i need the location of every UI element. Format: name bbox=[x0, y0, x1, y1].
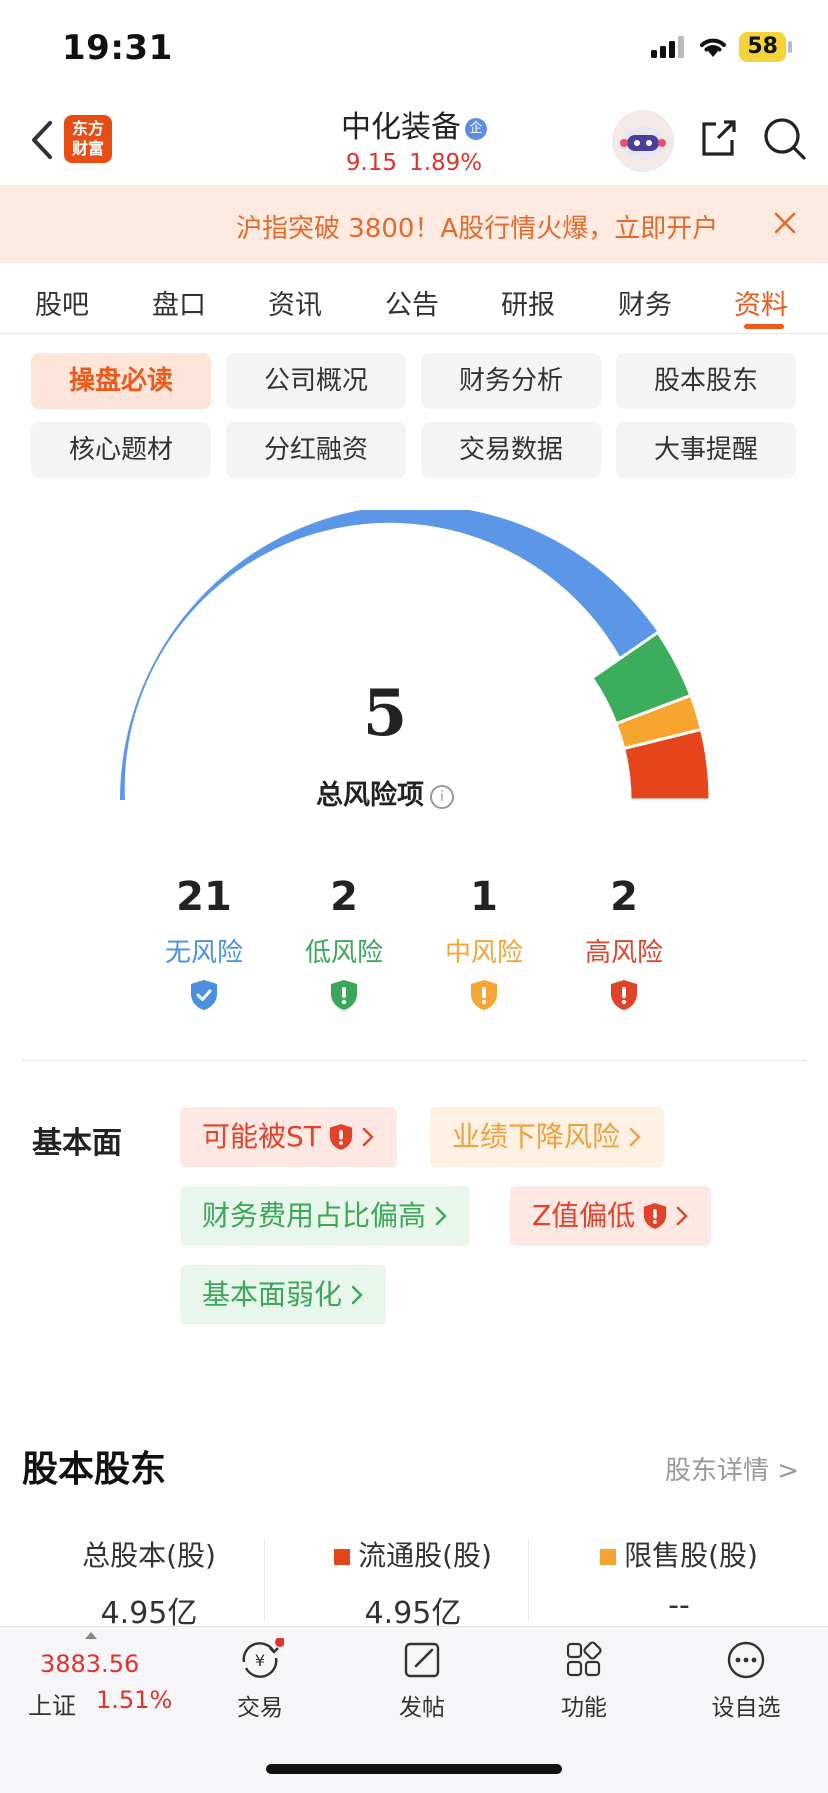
chip-trading-must-read[interactable]: 操盘必读 bbox=[31, 353, 211, 409]
total-shares-column: 总股本(股) 4.95亿 bbox=[18, 1534, 280, 1632]
float-legend-swatch bbox=[334, 1549, 351, 1565]
status-time: 19:31 bbox=[62, 28, 173, 68]
compose-button[interactable]: 发帖 bbox=[372, 1638, 472, 1722]
shield-alert-icon bbox=[611, 980, 637, 1010]
restricted-shares-value: -- bbox=[668, 1588, 690, 1623]
total-shares-header: 总股本(股) bbox=[82, 1539, 216, 1572]
index-value[interactable]: 3883.56 bbox=[40, 1650, 139, 1678]
chip-financial-analysis[interactable]: 财务分析 bbox=[421, 353, 601, 409]
tab-guba[interactable]: 股吧 bbox=[35, 283, 89, 322]
compose-icon bbox=[404, 1642, 440, 1678]
column-divider bbox=[528, 1540, 529, 1620]
shield-alert-icon bbox=[644, 1203, 667, 1229]
risk-tag-possible-st[interactable]: 可能被ST bbox=[180, 1107, 397, 1167]
stat-high-risk[interactable]: 2 高风险 bbox=[554, 874, 694, 1015]
tab-pankou[interactable]: 盘口 bbox=[152, 283, 206, 322]
home-indicator bbox=[266, 1764, 562, 1774]
add-watchlist-button[interactable]: 设自选 bbox=[696, 1638, 796, 1722]
stock-change-pct: 1.89% bbox=[409, 150, 483, 176]
total-risk-count: 5 bbox=[362, 676, 408, 751]
close-icon[interactable] bbox=[770, 208, 800, 238]
functions-button[interactable]: 功能 bbox=[534, 1638, 634, 1722]
robot-assistant-icon[interactable] bbox=[612, 110, 674, 172]
gauge-segment-no-risk bbox=[120, 510, 658, 800]
shareholders-title: 股本股东 bbox=[22, 1449, 167, 1490]
tab-news[interactable]: 资讯 bbox=[268, 283, 322, 322]
risk-tag-weak-fundamentals[interactable]: 基本面弱化 bbox=[180, 1265, 387, 1325]
tab-research[interactable]: 研报 bbox=[501, 283, 555, 322]
chip-trading-data[interactable]: 交易数据 bbox=[421, 422, 601, 478]
index-name[interactable]: 上证 bbox=[28, 1686, 76, 1721]
total-risk-label: 总风险项 i bbox=[0, 773, 770, 812]
section-divider bbox=[22, 1060, 806, 1061]
wifi-icon bbox=[700, 38, 727, 57]
status-icons: 58 bbox=[651, 32, 792, 62]
svg-text:¥: ¥ bbox=[255, 1651, 265, 1670]
chip-shareholders[interactable]: 股本股东 bbox=[616, 353, 796, 409]
signal-icon bbox=[651, 36, 685, 58]
tab-profile[interactable]: 资料 bbox=[734, 283, 788, 322]
restricted-shares-header: 限售股(股) bbox=[548, 1534, 810, 1574]
shield-alert-icon bbox=[329, 1124, 353, 1150]
info-icon[interactable]: i bbox=[430, 784, 454, 809]
promo-banner-text[interactable]: 沪指突破 3800！A股行情火爆，立即开户 bbox=[236, 208, 748, 245]
active-tab-indicator bbox=[744, 324, 784, 329]
chip-dividends[interactable]: 分红融资 bbox=[226, 422, 406, 478]
grid-icon bbox=[566, 1641, 602, 1677]
fundamentals-label: 基本面 bbox=[32, 1126, 122, 1161]
chevron-right-icon bbox=[629, 1127, 641, 1147]
shareholder-details-link[interactable]: 股东详情 > bbox=[665, 1450, 799, 1487]
battery-indicator: 58 bbox=[739, 32, 786, 62]
more-icon bbox=[727, 1641, 765, 1679]
chevron-right-icon bbox=[676, 1206, 688, 1226]
trade-button[interactable]: ¥ 交易 bbox=[210, 1637, 310, 1722]
risk-gauge bbox=[120, 510, 710, 802]
tab-bar: 股吧 盘口 资讯 公告 研报 财务 资料 bbox=[0, 263, 828, 334]
battery-tip bbox=[788, 41, 792, 53]
stock-price: 9.15 bbox=[345, 150, 398, 176]
stat-low-risk[interactable]: 2 低风险 bbox=[274, 874, 414, 1015]
chevron-right-icon bbox=[362, 1127, 374, 1147]
stat-medium-risk[interactable]: 1 中风险 bbox=[414, 874, 554, 1015]
chip-events[interactable]: 大事提醒 bbox=[616, 422, 796, 478]
chip-core-themes[interactable]: 核心题材 bbox=[31, 422, 211, 478]
enterprise-badge-icon: 企 bbox=[465, 117, 487, 140]
chevron-right-icon bbox=[435, 1206, 447, 1226]
risk-tag-low-z-score[interactable]: Z值偏低 bbox=[510, 1186, 712, 1246]
tab-announcements[interactable]: 公告 bbox=[385, 283, 439, 322]
float-shares-column: 流通股(股) 4.95亿 bbox=[282, 1534, 544, 1632]
float-shares-header: 流通股(股) bbox=[282, 1534, 544, 1574]
trade-icon: ¥ bbox=[242, 1637, 285, 1678]
shield-alert-icon bbox=[471, 980, 497, 1010]
index-up-arrow-icon bbox=[85, 1632, 97, 1639]
shield-alert-icon bbox=[331, 980, 357, 1010]
index-change-pct[interactable]: 1.51% bbox=[96, 1686, 172, 1714]
chip-company-overview[interactable]: 公司概况 bbox=[226, 353, 406, 409]
restricted-shares-column: 限售股(股) -- bbox=[548, 1534, 810, 1623]
share-icon[interactable] bbox=[696, 116, 740, 160]
risk-tag-earnings-decline[interactable]: 业绩下降风险 bbox=[430, 1107, 665, 1167]
tab-finance[interactable]: 财务 bbox=[618, 283, 672, 322]
chevron-right-icon bbox=[351, 1285, 363, 1305]
shield-check-icon bbox=[191, 980, 217, 1010]
risk-tag-high-financial-cost[interactable]: 财务费用占比偏高 bbox=[180, 1186, 471, 1246]
stat-no-risk[interactable]: 21 无风险 bbox=[134, 874, 274, 1015]
restricted-legend-swatch bbox=[600, 1549, 617, 1565]
search-icon[interactable] bbox=[762, 116, 808, 162]
column-divider bbox=[264, 1540, 265, 1620]
